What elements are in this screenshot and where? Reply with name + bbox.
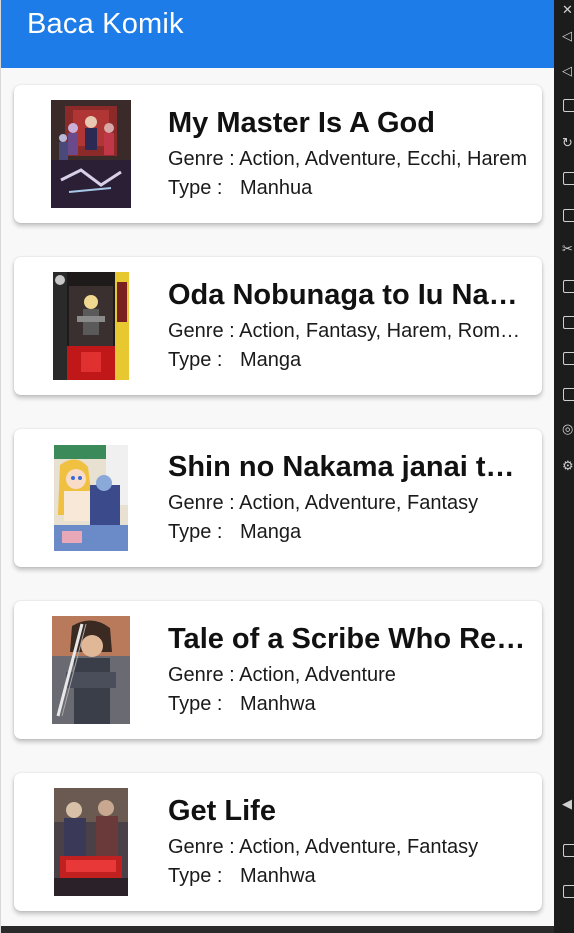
type-label: Type : bbox=[168, 865, 223, 887]
cover-image-get-life bbox=[54, 788, 128, 896]
cover-image-shin-no-nakama bbox=[54, 445, 128, 551]
app-title: Baca Komik bbox=[27, 8, 184, 40]
type-value: Manga bbox=[240, 349, 302, 371]
type-value: Manhua bbox=[240, 177, 313, 199]
comic-card[interactable]: My Master Is A God Genre : Action, Adven… bbox=[14, 85, 542, 223]
home-icon[interactable] bbox=[563, 844, 574, 857]
comic-type: Type : Manhua bbox=[168, 175, 530, 201]
close-icon[interactable]: ✕ bbox=[562, 4, 573, 17]
app-window: Baca Komik My Master Is A God Genre: Ac… bbox=[0, 0, 554, 933]
refresh-icon[interactable]: ↻ bbox=[562, 137, 573, 150]
comic-card[interactable]: Oda Nobunaga to Iu Nazo no Shokugyou ga … bbox=[14, 257, 542, 395]
comic-title: Shin no Nakama janai to Yuusha no Party … bbox=[168, 451, 530, 483]
video-icon[interactable] bbox=[563, 280, 574, 293]
comic-title: Get Life bbox=[168, 795, 276, 827]
cut-icon[interactable]: ✂ bbox=[562, 243, 573, 256]
keyboard-icon[interactable] bbox=[563, 316, 574, 329]
genre-value: Action, Adventure, Ecchi, Harem bbox=[239, 148, 528, 170]
comic-genre: Genre : Action, Adventure, Fantasy bbox=[168, 834, 530, 860]
genre-label: Genre : bbox=[168, 320, 240, 342]
type-value: Manga bbox=[240, 521, 302, 543]
overview-icon[interactable] bbox=[563, 885, 574, 898]
comic-card[interactable]: Get Life Genre : Action, Adventure, Fant… bbox=[14, 773, 542, 911]
comic-genre: Genre : Action, Adventure, Ecchi, Harem bbox=[168, 146, 530, 172]
genre-value: Action, Adventure, Fantasy bbox=[239, 836, 479, 858]
settings-icon[interactable]: ⚙ bbox=[562, 460, 574, 473]
app-bar: Baca Komik bbox=[1, 0, 554, 68]
genre-value: Action, Adventure bbox=[239, 664, 396, 686]
cover-image-my-master-is-a-god bbox=[51, 100, 131, 208]
phone-icon[interactable] bbox=[563, 352, 574, 365]
cover-image-oda-nobunaga bbox=[53, 272, 129, 380]
genre-value: Action, Adventure, Fantasy bbox=[239, 492, 479, 514]
comic-type: Type : Manga bbox=[168, 347, 530, 373]
comic-type: Type : Manga bbox=[168, 519, 530, 545]
comic-card[interactable]: Tale of a Scribe Who Retires to the Coun… bbox=[14, 601, 542, 739]
back-icon[interactable]: ◀ bbox=[562, 798, 572, 811]
comic-genre: Genre : Action, Fantasy, Harem, Romance bbox=[168, 318, 530, 344]
bottom-edge bbox=[1, 926, 554, 933]
type-value: Manhwa bbox=[240, 865, 316, 887]
type-label: Type : bbox=[168, 349, 223, 371]
rotate-icon[interactable] bbox=[563, 99, 574, 112]
type-label: Type : bbox=[168, 521, 223, 543]
screenshot-icon[interactable] bbox=[563, 209, 574, 222]
comic-title: My Master Is A God bbox=[168, 107, 435, 139]
camera-icon[interactable] bbox=[563, 172, 574, 185]
folder-icon[interactable] bbox=[563, 388, 574, 401]
comic-title: Tale of a Scribe Who Retires to the Coun… bbox=[168, 623, 530, 655]
type-label: Type : bbox=[168, 693, 223, 715]
volume-up-icon[interactable]: ◁ bbox=[562, 30, 572, 43]
volume-down-icon[interactable]: ◁ bbox=[562, 65, 572, 78]
genre-label: Genre : bbox=[168, 492, 240, 514]
location-icon[interactable]: ◎ bbox=[562, 423, 573, 436]
genre-value: Action, Fantasy, Harem, Romance bbox=[239, 320, 530, 342]
comic-type: Type : Manhwa bbox=[168, 691, 530, 717]
type-value: Manhwa bbox=[240, 693, 316, 715]
comic-type: Type : Manhwa bbox=[168, 863, 530, 889]
type-label: Type : bbox=[168, 177, 223, 199]
side-toolbar: ✕ ◁ ◁ ↻ ✂ ◎ ⚙ ◀ bbox=[554, 0, 574, 933]
genre-label: Genre : bbox=[168, 148, 240, 170]
comic-title: Oda Nobunaga to Iu Nazo no Shokugyou ga … bbox=[168, 279, 530, 311]
genre-label: Genre : bbox=[168, 664, 240, 686]
comic-card[interactable]: Shin no Nakama janai to Yuusha no Party … bbox=[14, 429, 542, 567]
comic-genre: Genre : Action, Adventure bbox=[168, 662, 530, 688]
comic-genre: Genre : Action, Adventure, Fantasy bbox=[168, 490, 530, 516]
genre-label: Genre : bbox=[168, 836, 240, 858]
cover-image-tale-of-a-scribe bbox=[52, 616, 130, 724]
